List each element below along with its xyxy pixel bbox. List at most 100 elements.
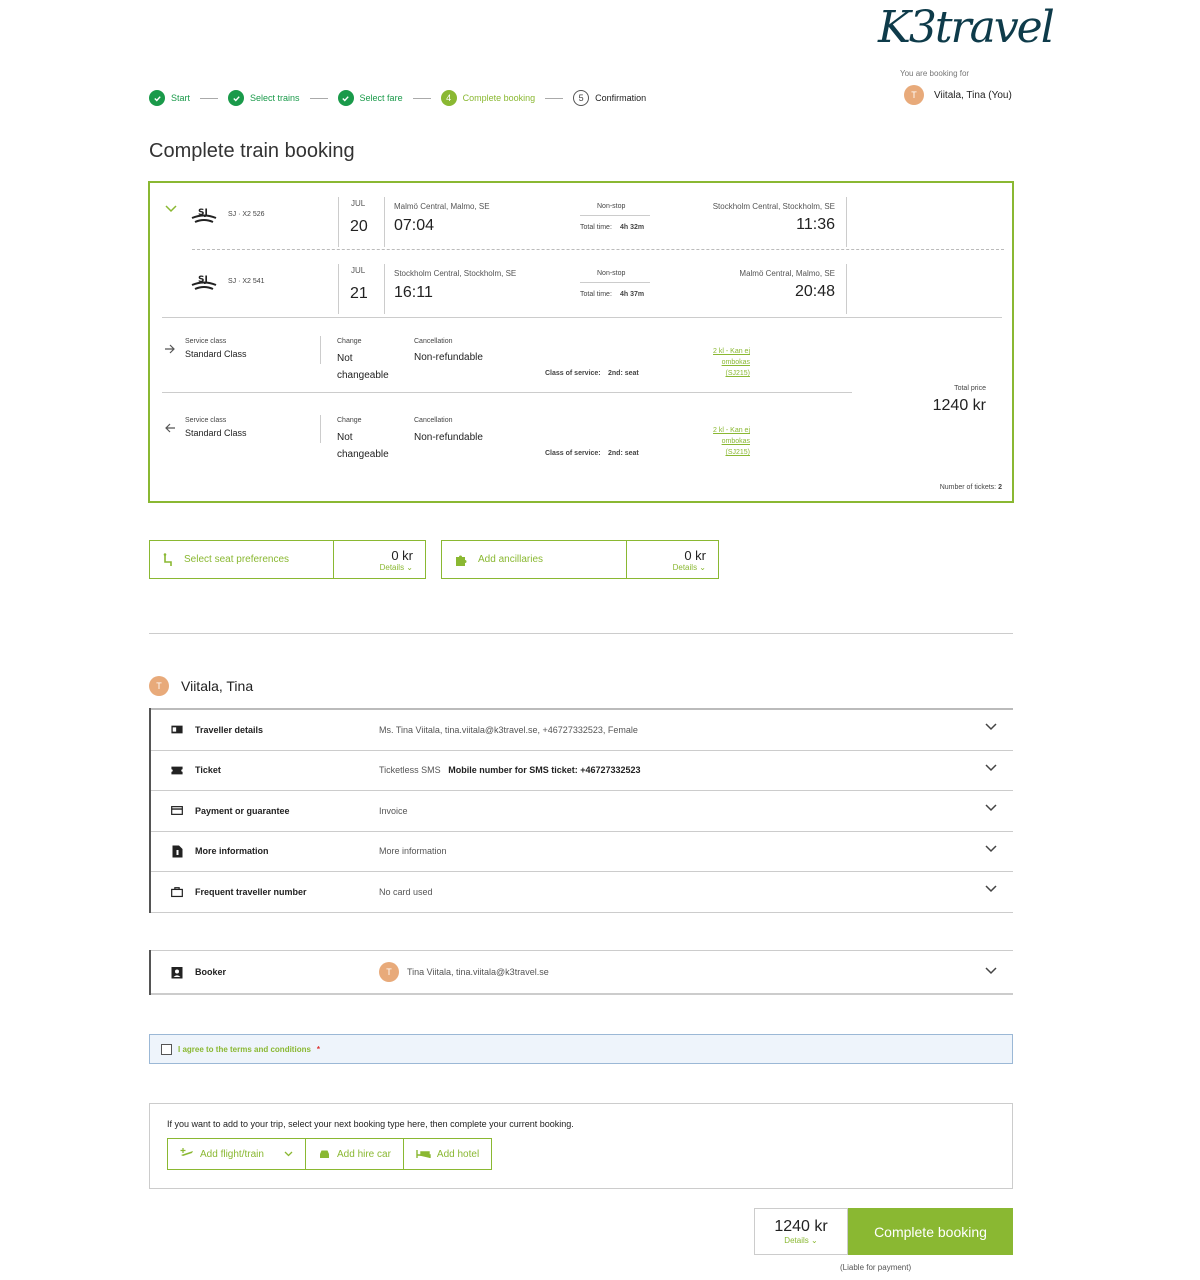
document-info-icon bbox=[171, 845, 183, 858]
seat-icon bbox=[163, 552, 172, 566]
page-title: Complete train booking bbox=[149, 140, 355, 162]
ticket-count: Number of tickets: 2 bbox=[939, 484, 1002, 491]
dep-month: JUL bbox=[351, 266, 366, 275]
frequent-traveller-row[interactable]: Frequent traveller number No card used bbox=[151, 872, 1013, 913]
liable-note: (Liable for payment) bbox=[840, 1263, 912, 1272]
class-of-service-label: Class of service: bbox=[545, 450, 601, 457]
step-label: Complete booking bbox=[462, 93, 536, 103]
step-label: Select fare bbox=[359, 93, 403, 103]
trip-summary: SJ SJ · X2 526 JUL 20 Malmö Central, Mal… bbox=[148, 181, 1014, 503]
complete-booking-button[interactable]: Complete booking bbox=[848, 1208, 1013, 1255]
destination: Stockholm Central, Stockholm, SE bbox=[712, 202, 835, 211]
booking-for-label: You are booking for bbox=[900, 69, 970, 78]
fare-rules-link[interactable]: 2 kl - Kan ej ombokas (SJ215) bbox=[690, 425, 750, 458]
more-information-row[interactable]: More information More information bbox=[151, 832, 1013, 872]
dep-day: 21 bbox=[350, 285, 368, 302]
class-of-service-label: Class of service: bbox=[545, 370, 601, 377]
step-select-fare[interactable]: Select fare bbox=[337, 90, 403, 106]
change-value: Not changeable bbox=[337, 432, 389, 460]
add-hire-car-button[interactable]: Add hire car bbox=[306, 1139, 404, 1169]
chevron-down-icon[interactable] bbox=[985, 967, 997, 975]
details-link[interactable]: Details ⌄ bbox=[673, 563, 706, 572]
fare-rules-link[interactable]: 2 kl - Kan ej ombokas (SJ215) bbox=[690, 346, 750, 379]
cancellation-value: Non-refundable bbox=[414, 432, 483, 443]
booker-section: Booker T Tina Viitala, tina.viitala@k3tr… bbox=[149, 950, 1013, 995]
chevron-down-icon[interactable] bbox=[985, 723, 997, 731]
progress-steps: Start Select trains Select fare 4 Comple… bbox=[149, 90, 646, 106]
fare-outbound: Service class Standard Class Change Not … bbox=[150, 328, 1012, 388]
add-trip-text: If you want to add to your trip, select … bbox=[167, 1119, 574, 1129]
step-number: 4 bbox=[440, 90, 457, 106]
puzzle-icon bbox=[456, 555, 467, 566]
dep-time: 07:04 bbox=[394, 217, 435, 234]
step-confirmation: 5 Confirmation bbox=[573, 90, 646, 106]
arrow-right-icon bbox=[165, 344, 175, 354]
step-label: Confirmation bbox=[595, 93, 647, 103]
plane-plus-icon bbox=[180, 1148, 193, 1156]
seat-preferences-button[interactable]: Select seat preferences 0 kr Details ⌄ bbox=[149, 540, 426, 579]
step-number: 5 bbox=[573, 90, 590, 106]
destination: Malmö Central, Malmo, SE bbox=[739, 269, 835, 278]
bed-icon bbox=[416, 1150, 431, 1158]
arr-time: 20:48 bbox=[794, 283, 835, 300]
sj-logo-icon: SJ bbox=[190, 205, 218, 232]
stops: Non-stop bbox=[597, 270, 626, 277]
ticket-row[interactable]: Ticket Ticketless SMS Mobile number for … bbox=[151, 751, 1013, 791]
step-select-trains[interactable]: Select trains bbox=[228, 90, 300, 106]
dep-day: 20 bbox=[350, 218, 368, 235]
briefcase-icon bbox=[171, 886, 183, 898]
step-complete-booking: 4 Complete booking bbox=[440, 90, 536, 106]
train-number: SJ · X2 541 bbox=[228, 278, 265, 285]
car-icon bbox=[320, 1150, 329, 1158]
terms-checkbox[interactable] bbox=[161, 1043, 172, 1055]
service-class-label: Service class bbox=[185, 338, 227, 345]
service-class-label: Service class bbox=[185, 417, 227, 424]
traveller-header: T Viitala, Tina bbox=[149, 676, 253, 696]
total-time: 4h 37m bbox=[620, 291, 645, 298]
class-of-service: 2nd: seat bbox=[608, 450, 639, 457]
details-link[interactable]: Details ⌄ bbox=[380, 563, 413, 572]
step-label: Select trains bbox=[250, 93, 300, 103]
cancellation-label: Cancellation bbox=[414, 417, 453, 424]
traveller-details-row[interactable]: Traveller details Ms. Tina Viitala, tina… bbox=[151, 710, 1013, 751]
terms-label: I agree to the terms and conditions bbox=[178, 1044, 311, 1054]
required-marker: * bbox=[316, 1044, 321, 1054]
step-start[interactable]: Start bbox=[149, 90, 190, 106]
avatar: T bbox=[904, 85, 924, 105]
terms-agreement[interactable]: I agree to the terms and conditions * bbox=[149, 1034, 1013, 1064]
chevron-down-icon[interactable] bbox=[985, 804, 997, 812]
contact-card-icon bbox=[171, 966, 183, 978]
booker-row[interactable]: Booker T Tina Viitala, tina.viitala@k3tr… bbox=[151, 951, 1013, 995]
chevron-down-icon[interactable] bbox=[985, 763, 997, 772]
avatar: T bbox=[379, 962, 399, 982]
add-ancillaries-label: Add ancillaries bbox=[478, 554, 544, 565]
id-card-icon bbox=[171, 724, 183, 736]
cancellation-label: Cancellation bbox=[414, 338, 453, 345]
payment-row[interactable]: Payment or guarantee Invoice bbox=[151, 791, 1013, 832]
credit-card-icon bbox=[171, 805, 183, 817]
booking-for-name: Viitala, Tina (You) bbox=[934, 89, 1012, 101]
step-label: Start bbox=[171, 93, 191, 103]
add-hotel-button[interactable]: Add hotel bbox=[404, 1139, 491, 1169]
chevron-down-icon[interactable] bbox=[985, 885, 997, 893]
k3travel-logo: K3travel bbox=[878, 2, 1055, 53]
footer-total: 1240 kr Details ⌄ bbox=[754, 1208, 848, 1255]
arrow-left-icon bbox=[165, 423, 175, 433]
ticket-icon bbox=[171, 764, 183, 776]
total-price: 1240 kr bbox=[932, 397, 986, 414]
seat-preferences-label: Select seat preferences bbox=[184, 554, 290, 565]
footer-price: 1240 kr bbox=[774, 1218, 828, 1235]
dep-time: 16:11 bbox=[394, 284, 433, 301]
service-class: Standard Class bbox=[185, 349, 247, 359]
traveller-name: Viitala, Tina bbox=[181, 678, 254, 694]
add-ancillaries-button[interactable]: Add ancillaries 0 kr Details ⌄ bbox=[441, 540, 719, 579]
class-of-service: 2nd: seat bbox=[608, 370, 639, 377]
dep-month: JUL bbox=[351, 199, 366, 208]
chevron-down-icon[interactable] bbox=[985, 844, 997, 853]
chevron-down-icon bbox=[284, 1151, 293, 1157]
add-flight-train-button[interactable]: Add flight/train bbox=[168, 1139, 306, 1169]
footer-details-link[interactable]: Details ⌄ bbox=[784, 1236, 817, 1245]
total-time-label: Total time: bbox=[580, 291, 612, 298]
booking-for-user[interactable]: T Viitala, Tina (You) bbox=[904, 85, 1012, 105]
total-time: 4h 32m bbox=[620, 224, 645, 231]
